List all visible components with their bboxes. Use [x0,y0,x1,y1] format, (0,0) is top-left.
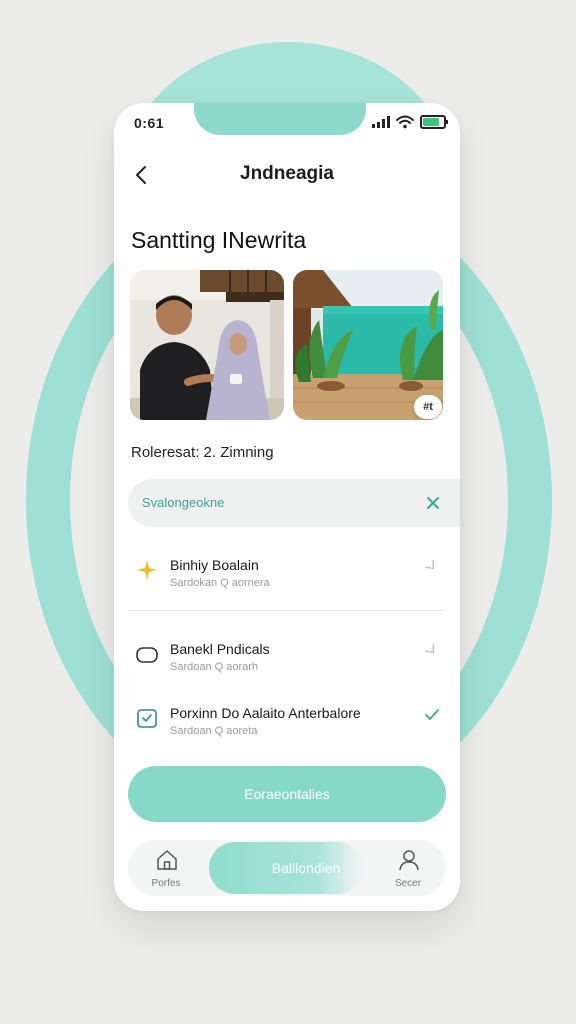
divider [128,610,444,611]
header: Jndneagia [114,159,460,191]
tab-profile-label: Secer [394,878,422,889]
page-title: Santting INewrita [131,227,307,253]
battery-icon [420,115,448,129]
list-item[interactable]: Porxinn Do Aalaito Anterbalore Sardoan Q… [114,699,460,747]
search-field[interactable]: Svalongeokne [128,479,460,527]
couple-photo-image [130,270,284,420]
reference-text: Roleresat: 2. Zimning [131,444,274,461]
tab-active[interactable]: Balllondien [209,842,363,894]
photo-badge[interactable]: #t [414,395,442,419]
header-title: Jndneagia [240,163,334,184]
tab-bar: Porfes Balllondien Secer [128,840,446,896]
tab-home[interactable]: Porfes [138,840,194,896]
status-icons [372,115,448,129]
phone-frame: 0:61 Jndneagia Santting INewrita #t Role… [114,103,460,911]
signal-icon [372,116,390,128]
list-item-subtitle: Sardoan Q aoreta [170,725,258,737]
photo-couple[interactable] [130,270,284,420]
chevron-icon [424,559,435,570]
list-item-subtitle: Sardoan Q aorarh [170,661,259,673]
tab-home-label: Porfes [151,878,181,889]
list-item-subtitle: Sardokan Q aornera [170,577,270,589]
list-item[interactable]: Binhiy Boalain Sardokan Q aornera [114,551,460,599]
search-input[interactable]: Svalongeokne [142,495,224,510]
wifi-icon [396,115,414,129]
close-icon[interactable] [424,494,442,512]
tab-profile[interactable]: Secer [380,840,436,896]
tab-active-label: Balllondien [271,860,341,876]
status-time: 0:61 [134,115,165,131]
pill-icon [136,647,158,663]
photo-garden[interactable]: #t [293,270,443,420]
sparkle-icon [137,560,157,580]
primary-action-button[interactable]: Eoraeontalies [128,766,446,822]
check-icon [425,709,439,720]
chevron-icon [424,643,435,654]
user-icon [399,850,419,871]
list-item-title: Banekl Pndicals [170,641,270,657]
list-item-title: Binhiy Boalain [170,557,259,573]
home-icon [157,850,177,870]
battery-level [423,118,439,126]
list-item[interactable]: Banekl Pndicals Sardoan Q aorarh [114,635,460,683]
checkbox-icon [137,709,157,728]
phone-notch [194,103,366,135]
list-item-title: Porxinn Do Aalaito Anterbalore [170,705,361,721]
